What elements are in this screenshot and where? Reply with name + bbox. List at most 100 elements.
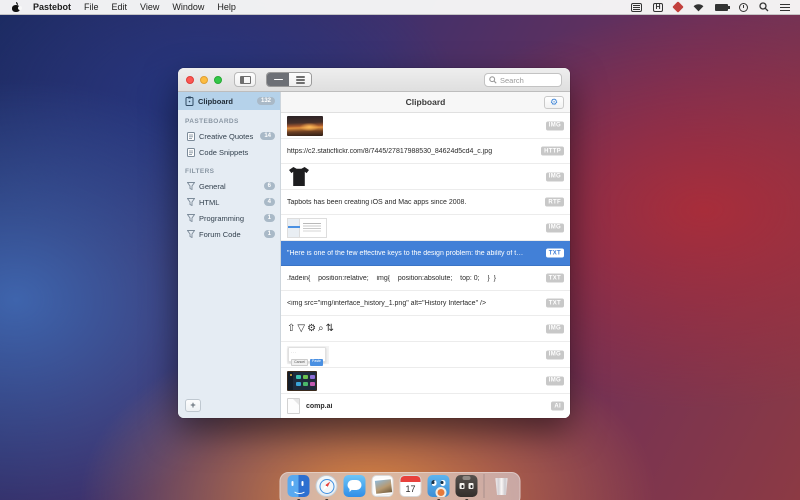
filters-section-header: FILTERS <box>178 160 280 178</box>
view-mode-list-segment[interactable] <box>267 73 289 86</box>
sidebar-item-label: Forum Code <box>199 230 241 239</box>
clipboard-panel: Clipboard ⚙ IMG https://c2.staticflickr.… <box>281 92 570 418</box>
sidebar-item-filter-html[interactable]: HTML 4 <box>178 194 280 210</box>
search-field[interactable] <box>484 73 562 87</box>
search-icon <box>489 76 497 84</box>
paste-dialog-screenshot-thumbnail: · · · Cancel Paste <box>287 346 329 364</box>
dock-safari-icon[interactable] <box>316 475 338 497</box>
type-badge: IMG <box>546 223 564 232</box>
minimize-button[interactable] <box>200 76 208 84</box>
dock-pastebot-icon[interactable] <box>456 475 478 497</box>
notification-center-icon[interactable] <box>780 2 790 12</box>
clipboard-row[interactable]: ⇧▽⚙⌕⇅ IMG <box>281 316 570 342</box>
pasteboard-icon <box>187 148 195 157</box>
sidebar-item-filter-programming[interactable]: Programming 1 <box>178 210 280 226</box>
menu-help[interactable]: Help <box>217 2 236 12</box>
wifi-icon[interactable] <box>693 2 704 12</box>
menu-window[interactable]: Window <box>172 2 204 12</box>
menu-edit[interactable]: Edit <box>112 2 128 12</box>
thumb-cancel-button-label: Cancel <box>291 359 308 366</box>
row-text: "Here is one of the few effective keys t… <box>287 250 527 257</box>
type-badge: TXT <box>546 249 564 258</box>
clipboard-row[interactable]: IMG <box>281 113 570 139</box>
dark-app-screenshot-thumbnail <box>287 371 317 391</box>
menu-app-name[interactable]: Pastebot <box>33 2 71 12</box>
view-mode-stack-segment[interactable] <box>289 73 311 86</box>
clipboard-row[interactable]: comp.ai AI <box>281 394 570 418</box>
red-diamond-app-icon[interactable] <box>674 2 682 12</box>
battery-icon[interactable] <box>715 2 728 12</box>
app-window-screenshot-thumbnail <box>287 218 327 238</box>
pasteboards-section-header: PASTEBOARDS <box>178 110 280 128</box>
close-button[interactable] <box>186 76 194 84</box>
panel-title: Clipboard <box>406 97 446 107</box>
count-badge: 1 <box>264 214 275 222</box>
menu-file[interactable]: File <box>84 2 99 12</box>
type-badge: AI <box>551 402 564 411</box>
sidebar-item-filter-forum-code[interactable]: Forum Code 1 <box>178 226 280 242</box>
clipboard-row[interactable]: <img src="img/interface_history_1.png" a… <box>281 291 570 316</box>
stacked-lines-icon <box>296 76 305 83</box>
sidebar-toggle-icon <box>240 76 251 84</box>
type-badge: HTTP <box>541 147 564 156</box>
menu-view[interactable]: View <box>140 2 159 12</box>
clock-icon[interactable] <box>739 2 748 12</box>
clipboard-row[interactable]: https://c2.staticflickr.com/8/7445/27817… <box>281 139 570 164</box>
filter-funnel-icon <box>187 198 195 206</box>
filter-funnel-icon <box>187 230 195 238</box>
thumb-paste-button-label: Paste <box>310 359 323 366</box>
type-badge: IMG <box>546 350 564 359</box>
dock-trash-icon[interactable] <box>491 475 513 497</box>
dock-calendar-icon[interactable]: 17 <box>400 475 422 497</box>
sidebar-item-filter-general[interactable]: General 6 <box>178 178 280 194</box>
menu-bar: Pastebot File Edit View Window Help H <box>0 0 800 15</box>
dock-photos-icon[interactable] <box>372 475 394 497</box>
clipboard-count-badge: 132 <box>257 97 275 105</box>
pastebot-window: Clipboard 132 PASTEBOARDS Creative Quote… <box>178 68 570 418</box>
keyboard-grid-icon[interactable] <box>631 2 642 12</box>
type-badge: IMG <box>546 376 564 385</box>
sidebar-item-label: Creative Quotes <box>199 132 253 141</box>
count-badge: 6 <box>264 182 275 190</box>
sidebar-item-clipboard[interactable]: Clipboard 132 <box>178 92 280 110</box>
clipboard-row[interactable]: · · · Cancel Paste IMG <box>281 342 570 368</box>
apple-menu-icon[interactable] <box>12 3 20 12</box>
zoom-button[interactable] <box>214 76 222 84</box>
view-mode-segmented-control <box>266 72 312 87</box>
add-pasteboard-button[interactable]: + <box>185 399 201 412</box>
row-text: Tapbots has been creating iOS and Mac ap… <box>287 199 466 206</box>
clipboard-row[interactable]: .fadein{ position:relative; img{ positio… <box>281 266 570 291</box>
count-badge: 14 <box>260 132 275 140</box>
type-badge: IMG <box>546 172 564 181</box>
clipboard-list[interactable]: IMG https://c2.staticflickr.com/8/7445/2… <box>281 113 570 418</box>
window-titlebar[interactable] <box>178 68 570 92</box>
type-badge: RTF <box>545 198 564 207</box>
clipboard-row[interactable]: IMG <box>281 164 570 190</box>
sidebar-toggle-button[interactable] <box>234 72 256 87</box>
type-badge: TXT <box>546 299 564 308</box>
single-line-icon <box>274 79 283 81</box>
filter-funnel-icon <box>187 182 195 190</box>
row-text: https://c2.staticflickr.com/8/7445/27817… <box>287 148 492 155</box>
dock-messages-icon[interactable] <box>344 475 366 497</box>
h-app-icon[interactable]: H <box>653 2 663 12</box>
clipboard-row[interactable]: IMG <box>281 368 570 394</box>
dialog-tiny-text: · · · <box>291 351 296 355</box>
dock-finder-icon[interactable] <box>288 475 310 497</box>
dock-tweetbot-icon[interactable] <box>428 475 450 497</box>
spotlight-search-icon[interactable] <box>759 2 769 12</box>
type-badge: IMG <box>546 121 564 130</box>
clipboard-row-selected[interactable]: "Here is one of the few effective keys t… <box>281 241 570 266</box>
document-file-icon <box>287 398 300 414</box>
black-tshirt-photo-thumbnail <box>287 166 311 188</box>
sidebar-item-creative-quotes[interactable]: Creative Quotes 14 <box>178 128 280 144</box>
sidebar-item-label: HTML <box>199 198 219 207</box>
sidebar-item-code-snippets[interactable]: Code Snippets <box>178 144 280 160</box>
clipboard-icon <box>185 96 194 106</box>
clipboard-row[interactable]: Tapbots has been creating iOS and Mac ap… <box>281 190 570 215</box>
settings-button[interactable]: ⚙ <box>544 96 564 109</box>
clipboard-row[interactable]: IMG <box>281 215 570 241</box>
toolbar-icons-image-thumbnail: ⇧▽⚙⌕⇅ <box>287 323 336 334</box>
traffic-lights <box>186 76 222 84</box>
search-input[interactable] <box>500 76 557 85</box>
